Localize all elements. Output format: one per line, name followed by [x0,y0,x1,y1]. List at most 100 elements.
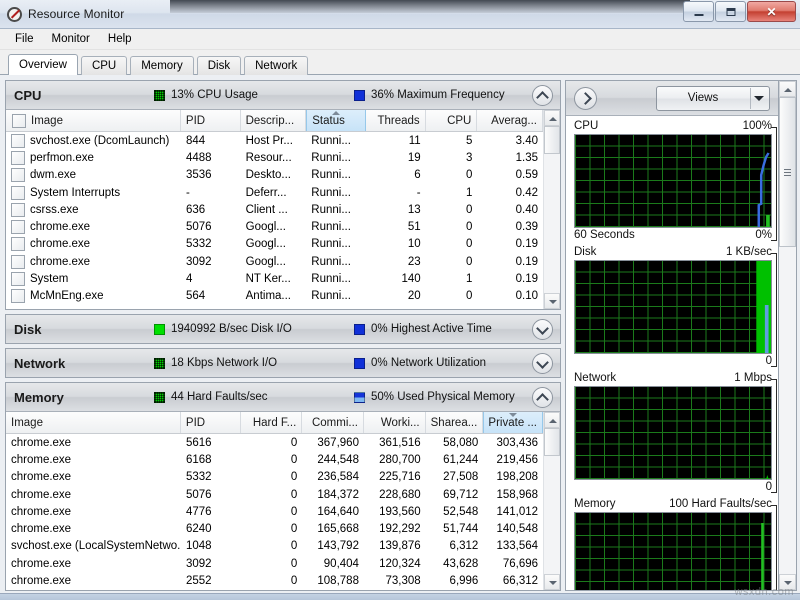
table-row[interactable]: chrome.exe 2552 0 108,788 73,308 6,996 66,312 [6,572,543,589]
mem-col-hard-faults[interactable]: Hard F... [241,412,303,433]
row-checkbox[interactable] [11,237,25,252]
tab-memory[interactable]: Memory [130,56,194,75]
section-network-expand-chevron-down-icon[interactable] [532,353,553,374]
row-checkbox[interactable] [11,289,25,304]
tab-network[interactable]: Network [244,56,309,75]
row-checkbox[interactable] [11,168,25,183]
section-network-header[interactable]: Network 18 Kbps Network I/O 0% Network U… [6,349,560,377]
cpu-scroll-track[interactable] [544,154,560,293]
cpu-table-scrollbar[interactable] [543,110,560,309]
graph-scroll-thumb[interactable] [779,97,796,247]
table-row[interactable]: csrss.exe 636 Client ... Runni... 13 0 0.40 [6,201,543,218]
row-checkbox[interactable] [11,272,25,287]
cpu-scroll-down-icon[interactable] [544,293,560,309]
graph-scroll-down-icon[interactable] [779,574,796,590]
memory-scroll-down-icon[interactable] [544,574,560,590]
table-row[interactable]: svchost.exe (DcomLaunch) 844 Host Pr... Run… [6,132,543,149]
table-row[interactable]: dwm.exe 3536 Deskto... Runni... 6 0 0.59 [6,167,543,184]
cell-shareable: 69,712 [443,488,479,501]
row-checkbox[interactable] [11,185,25,200]
table-row[interactable]: chrome.exe 3092 Googl... Runni... 23 0 0.19 [6,253,543,270]
table-row[interactable]: System 4 NT Ker... Runni... 140 1 0.19 [6,270,543,287]
table-row[interactable]: chrome.exe 5332 0 236,584 225,716 27,508 198,2… [6,469,543,486]
cell-description: Client ... [245,203,288,216]
graph-pane-scrollbar[interactable] [779,80,797,591]
graph-trace [757,152,770,227]
table-row[interactable]: chrome.exe 4776 0 164,640 193,560 52,548 141,0… [6,503,543,520]
row-checkbox[interactable] [11,254,25,269]
section-disk-stat-active: 0% Highest Active Time [354,323,492,335]
cell-status: Runni... [311,290,351,303]
cpu-col-image[interactable]: Image [6,110,181,131]
tab-disk[interactable]: Disk [196,56,242,75]
row-checkbox[interactable] [11,133,25,148]
collapse-panel-chevron-right-icon[interactable] [574,86,597,110]
table-row[interactable]: chrome.exe 6240 0 165,668 192,292 51,744 140,5… [6,520,543,537]
memory-table-scrollbar[interactable] [543,412,560,590]
tab-cpu[interactable]: CPU [80,56,128,75]
cpu-scroll-thumb[interactable] [544,126,560,154]
section-cpu-header[interactable]: CPU 13% CPU Usage 36% Maximum Frequency [6,81,560,110]
cpu-col-average[interactable]: Averag... [477,110,543,131]
cpu-col-pid[interactable]: PID [181,110,241,131]
cpu-scroll-up-icon[interactable] [544,110,560,126]
views-button[interactable]: Views [656,85,770,111]
mem-col-shareable[interactable]: Sharea... [426,412,484,433]
section-memory-title: Memory [14,389,64,405]
row-checkbox[interactable] [11,150,25,165]
cell-shareable: 6,312 [449,540,479,553]
menu-file[interactable]: File [6,31,43,47]
cell-threads: 140 [401,273,421,286]
cell-pid: 564 [185,290,206,303]
cell-working: 280,700 [379,453,421,466]
row-checkbox[interactable] [11,220,25,235]
table-row[interactable]: chrome.exe 5332 Googl... Runni... 10 0 0.19 [6,236,543,253]
disk-active-text: 0% Highest Active Time [371,323,492,335]
cell-shareable: 43,628 [443,557,479,570]
section-memory-collapse-chevron-up-icon[interactable] [532,387,553,408]
menu-help[interactable]: Help [99,31,141,47]
mem-col-image[interactable]: Image [6,412,181,433]
graph-footer: 0 [574,355,772,367]
section-cpu-collapse-chevron-up-icon[interactable] [532,85,553,106]
table-row[interactable]: perfmon.exe 4488 Resour... Runni... 19 3 1.35 [6,149,543,166]
cell-text: McMnEng.exe [30,290,104,303]
table-row[interactable]: chrome.exe 5076 0 184,372 228,680 69,712 158,9… [6,486,543,503]
cell-cpu: 0 [465,238,473,251]
table-row[interactable]: svchost.exe (LocalSystemNetwo... 1048 0 143… [6,538,543,555]
section-disk-header[interactable]: Disk 1940992 B/sec Disk I/O 0% Highest A… [6,315,560,343]
cpu-col-status[interactable]: Status [306,110,366,131]
graph-scroll-up-icon[interactable] [779,81,796,97]
cpu-col-description[interactable]: Descrip... [241,110,307,131]
graph-canvas [574,512,772,590]
mem-col-private[interactable]: Private ... [483,412,543,433]
mem-col-pid[interactable]: PID [181,412,241,433]
menu-monitor[interactable]: Monitor [43,31,99,47]
cpu-col-cpu[interactable]: CPU [426,110,478,131]
tab-overview[interactable]: Overview [8,54,78,75]
minimize-button[interactable] [683,1,714,22]
section-disk-expand-chevron-down-icon[interactable] [532,319,553,340]
table-row[interactable]: McMnEng.exe 564 Antima... Runni... 20 0 0.10 [6,288,543,305]
table-row[interactable]: System Interrupts - Deferr... Runni... - 1 0.4… [6,184,543,201]
mem-col-commit[interactable]: Commi... [302,412,364,433]
select-all-checkbox[interactable] [12,113,26,128]
maximize-button[interactable] [715,1,746,22]
close-button[interactable]: ✕ [747,1,796,22]
mem-col-working[interactable]: Worki... [364,412,426,433]
table-row[interactable]: chrome.exe 6168 0 244,548 280,700 61,244 219,4… [6,451,543,468]
table-row[interactable]: chrome.exe 3092 0 90,404 120,324 43,628 76,696 [6,555,543,572]
cpu-col-threads[interactable]: Threads [366,110,426,131]
memory-scroll-up-icon[interactable] [544,412,560,428]
memory-scroll-thumb[interactable] [544,428,560,456]
cell-description: Host Pr... [245,134,293,147]
table-row[interactable]: chrome.exe 5076 Googl... Runni... 51 0 0.39 [6,218,543,235]
graph-scroll-track[interactable] [779,247,796,574]
row-checkbox[interactable] [11,202,25,217]
cell-average: 0.19 [515,273,539,286]
cell-cpu: 1 [465,186,473,199]
cell-hard_faults: 0 [290,453,298,466]
section-memory-header[interactable]: Memory 44 Hard Faults/sec 50% Used Physi… [6,383,560,412]
table-row[interactable]: chrome.exe 5616 0 367,960 361,516 58,080 303,4… [6,434,543,451]
memory-scroll-track[interactable] [544,456,560,574]
